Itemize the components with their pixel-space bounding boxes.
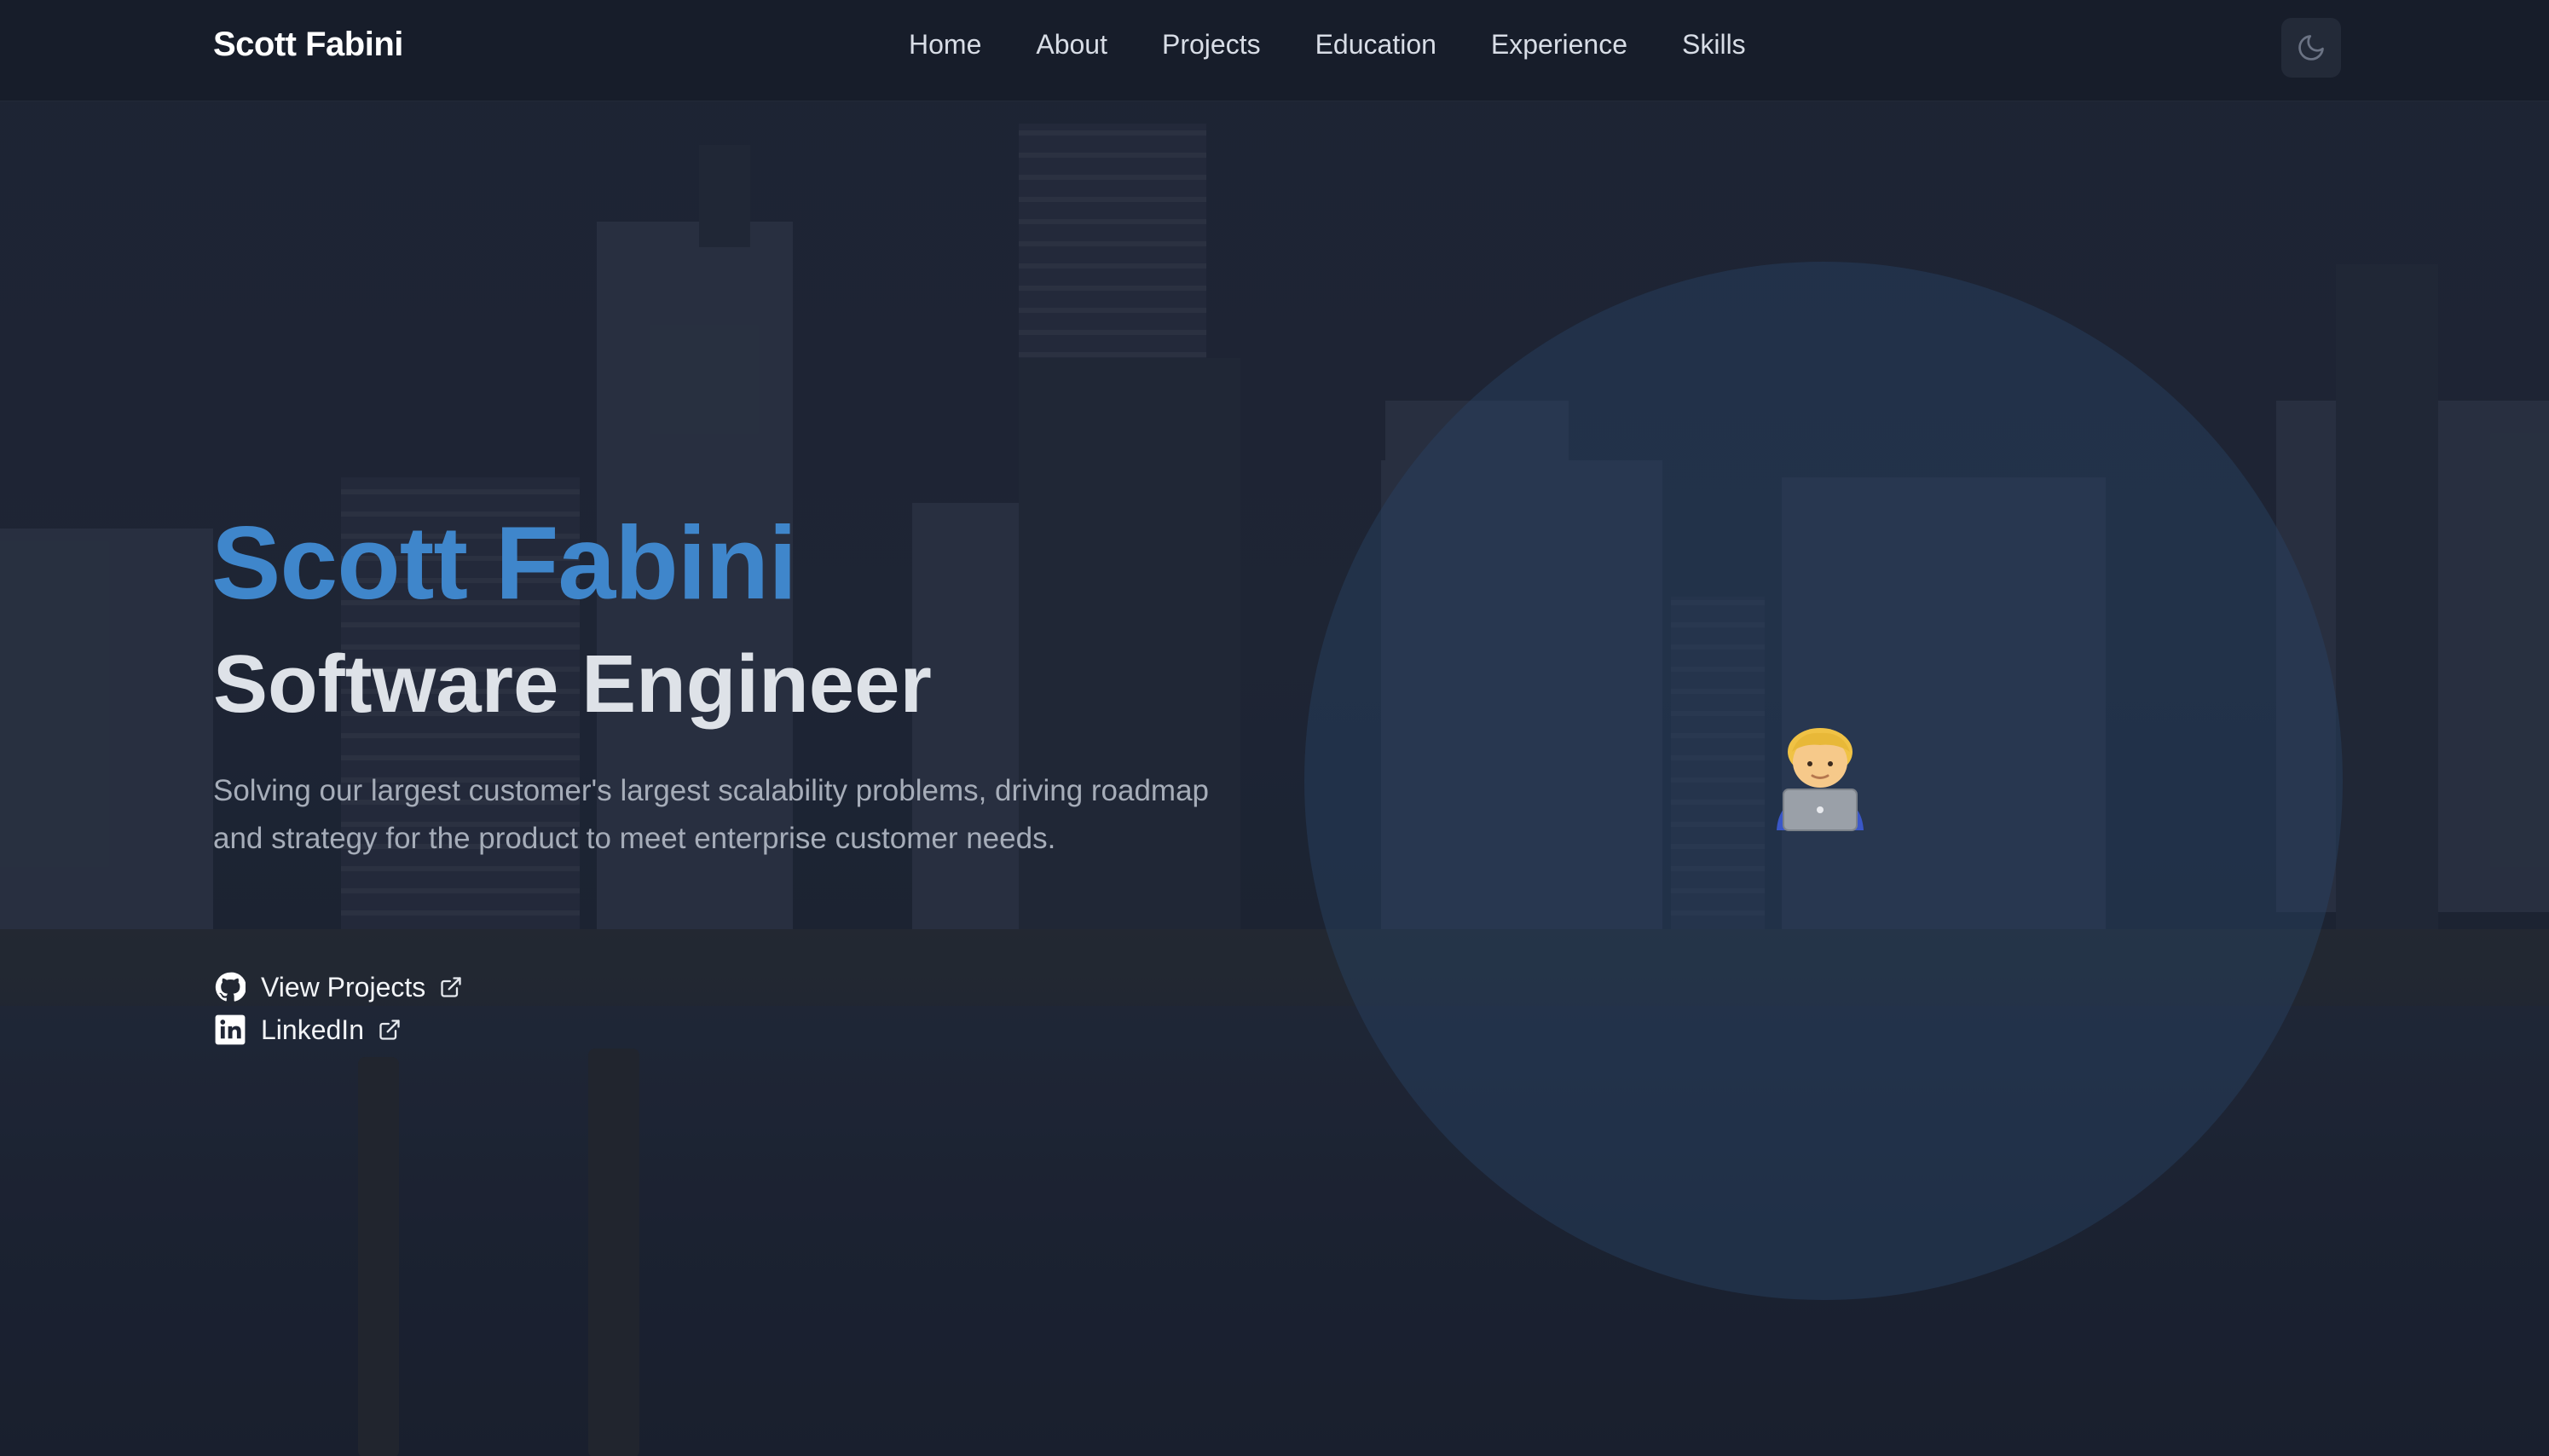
nav-item-about[interactable]: About xyxy=(1036,29,1107,61)
external-link-icon xyxy=(378,1017,403,1043)
brand-logo[interactable]: Scott Fabini xyxy=(213,26,403,64)
nav-item-projects[interactable]: Projects xyxy=(1162,29,1261,61)
nav-item-home[interactable]: Home xyxy=(909,29,981,61)
technologist-emoji xyxy=(1777,728,1864,831)
nav-menu: Home About Projects Education Experience… xyxy=(909,29,1746,61)
view-projects-link[interactable]: View Projects xyxy=(213,967,465,1008)
github-icon xyxy=(213,970,247,1004)
hero-links: View Projects LinkedIn xyxy=(213,967,465,1052)
hero-name: Scott Fabini xyxy=(211,505,797,621)
nav-item-experience[interactable]: Experience xyxy=(1491,29,1627,61)
theme-toggle-button[interactable] xyxy=(2281,18,2341,78)
nav-item-education[interactable]: Education xyxy=(1315,29,1436,61)
external-link-icon xyxy=(439,974,465,1000)
linkedin-label: LinkedIn xyxy=(261,1014,364,1045)
view-projects-label: View Projects xyxy=(261,971,426,1002)
hero-title: Software Engineer xyxy=(213,638,932,730)
linkedin-icon xyxy=(213,1013,247,1047)
linkedin-link[interactable]: LinkedIn xyxy=(213,1009,465,1050)
nav-item-skills[interactable]: Skills xyxy=(1682,29,1746,61)
hero-description: Solving our largest customer's largest s… xyxy=(213,774,1210,855)
moon-icon xyxy=(2298,35,2324,61)
top-navbar: Scott Fabini Home About Projects Educati… xyxy=(0,0,2549,101)
